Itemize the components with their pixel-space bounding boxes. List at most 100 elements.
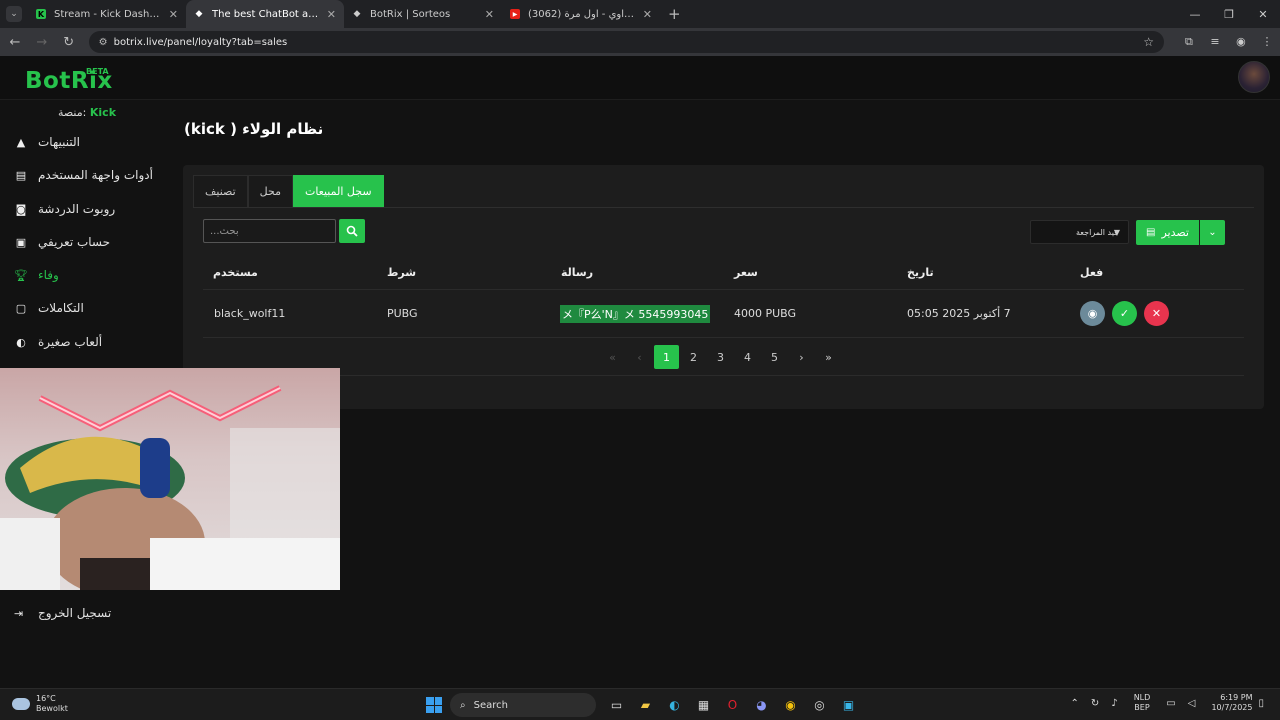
pager-divider (203, 375, 1244, 376)
tab-list: تصنيف محل سجل المبيعات (193, 175, 384, 207)
cell-message: メ『P么'N』メ 5545993045 (560, 305, 711, 323)
view-button[interactable]: ◉ (1080, 301, 1105, 326)
reload-icon[interactable]: ↻ (57, 35, 81, 50)
page-button[interactable]: 2 (680, 345, 707, 369)
page-button[interactable]: 3 (707, 345, 734, 369)
tab-title: BotRix | Sorteos (370, 8, 451, 20)
taskbar-search[interactable]: ⌕ Search (450, 693, 596, 717)
search-button[interactable] (339, 219, 365, 243)
clock-date: 10/7/2025 (1211, 703, 1253, 712)
first-page-icon[interactable]: « (599, 345, 626, 369)
close-tab-icon[interactable]: ✕ (327, 8, 336, 21)
chrome-icon[interactable]: ◉ (776, 695, 805, 715)
sidebar-item-integrations[interactable]: ▢ التكاملات (14, 298, 84, 318)
tab-sales-log[interactable]: سجل المبيعات (292, 175, 384, 207)
page-button[interactable]: 5 (761, 345, 788, 369)
last-page-icon[interactable]: » (815, 345, 842, 369)
tab-search-icon[interactable]: ⌄ (6, 6, 22, 22)
store-icon[interactable]: ▦ (689, 695, 718, 715)
tab-title: (3062) حمزة المحمداوي - اول مرة (528, 8, 637, 20)
export-button[interactable]: ▤ تصدير (1136, 220, 1199, 245)
file-explorer-icon[interactable]: ▰ (631, 695, 660, 715)
browser-tab-active[interactable]: ◆ The best ChatBot and Widgets ✕ (186, 0, 344, 28)
url-field[interactable]: ⚙ botrix.live/panel/loyalty?tab=sales ☆ (88, 31, 1164, 53)
search-icon: ⌕ (460, 699, 466, 711)
language-indicator[interactable]: NLD BEP (1134, 693, 1151, 713)
trophy-icon: 🏆︎ (14, 268, 28, 282)
edge-icon[interactable]: ◐ (660, 695, 689, 715)
restore-icon[interactable]: ❐ (1212, 0, 1246, 28)
webcam-overlay (0, 368, 340, 590)
sidebar-item-profile[interactable]: ▣ حساب تعريفي (14, 232, 110, 252)
tab-shop[interactable]: محل (247, 175, 293, 207)
close-window-icon[interactable]: ✕ (1246, 0, 1280, 28)
sidebar-item-minigames[interactable]: ◐ ألعاب صغيرة (14, 332, 102, 352)
previous-page-icon[interactable]: ‹ (626, 345, 653, 369)
close-tab-icon[interactable]: ✕ (485, 8, 494, 21)
site-info-icon[interactable]: ⚙ (99, 37, 108, 48)
windows-start-icon[interactable] (426, 697, 442, 713)
sidebar-item-chatbot[interactable]: ◙ روبوت الدردشة (14, 199, 116, 219)
browser-tab[interactable]: ▶ (3062) حمزة المحمداوي - اول مرة ✕ (502, 0, 660, 28)
app-icon[interactable]: ▣ (834, 695, 863, 715)
menu-icon[interactable]: ⋮ (1254, 35, 1280, 49)
tab-title: Stream - Kick Dashboard (54, 8, 163, 20)
tab-ranking[interactable]: تصنيف (193, 175, 248, 207)
beta-badge: BETA (86, 67, 109, 76)
network-icon[interactable]: ▭ (1166, 698, 1175, 709)
youtube-favicon-icon: ▶ (510, 9, 520, 19)
reject-button[interactable]: ✕ (1144, 301, 1169, 326)
approve-button[interactable]: ✓ (1112, 301, 1137, 326)
logout-label: تسجيل الخروج (38, 606, 112, 620)
notification-icon[interactable]: ▯ (1258, 698, 1264, 709)
obs-icon[interactable]: ◎ (805, 695, 834, 715)
sidebar-item-label: ألعاب صغيرة (38, 335, 103, 349)
browser-tab[interactable]: ◆ BotRix | Sorteos ✕ (344, 0, 502, 28)
profile-icon[interactable]: ◉ (1228, 35, 1254, 49)
task-view-icon[interactable]: ▭ (602, 695, 631, 715)
discord-icon[interactable]: ◕ (747, 695, 776, 715)
weather-widget[interactable]: 16°C Bewolkt (12, 694, 68, 714)
widgets-icon: ▤ (15, 168, 27, 182)
browser-tab[interactable]: K Stream - Kick Dashboard ✕ (28, 0, 186, 28)
logout-button[interactable]: ⇥ تسجيل الخروج (14, 606, 111, 620)
forward-icon[interactable]: → (30, 35, 54, 50)
cloud-icon (12, 698, 30, 710)
sync-icon[interactable]: ↻ (1091, 698, 1099, 709)
page-button-current[interactable]: 1 (654, 345, 679, 369)
column-header-date: تاريخ (907, 266, 934, 279)
page-button[interactable]: 4 (734, 345, 761, 369)
robot-icon: ◙ (15, 202, 27, 216)
page-title: نظام الولاء ( kick) (184, 120, 324, 138)
close-tab-icon[interactable]: ✕ (169, 8, 178, 21)
close-tab-icon[interactable]: ✕ (643, 8, 652, 21)
column-header-message: رسالة (561, 266, 594, 279)
language-top: NLD (1133, 693, 1151, 702)
next-page-icon[interactable]: › (788, 345, 815, 369)
opera-icon[interactable]: O (718, 695, 747, 715)
file-excel-icon: ▤ (1146, 227, 1156, 238)
extensions-icon[interactable]: ⧉ (1176, 35, 1202, 49)
address-bar: ← → ↻ ⚙ botrix.live/panel/loyalty?tab=sa… (0, 28, 1280, 56)
sidebar-item-label: أدوات واجهة المستخدم (38, 168, 153, 182)
bookmark-star-icon[interactable]: ☆ (1143, 35, 1154, 49)
header-divider (203, 289, 1244, 290)
sidebar-item-widgets[interactable]: ▤ أدوات واجهة المستخدم (14, 165, 153, 185)
new-tab-icon[interactable]: + (668, 5, 681, 23)
pagination: « ‹ 1 2 3 4 5 › » (599, 345, 842, 369)
sidebar-item-alerts[interactable]: ▲ التنبيهات (14, 132, 80, 152)
microphone-icon[interactable]: ♪ (1111, 698, 1117, 709)
tray-overflow-icon[interactable]: ⌃ (1071, 698, 1079, 709)
avatar[interactable] (1238, 61, 1270, 93)
sales-panel: تصنيف محل سجل المبيعات قيد المراجعة ▼ ▤ … (183, 165, 1264, 409)
webcam-picture (0, 385, 340, 590)
search-input[interactable] (203, 219, 336, 243)
volume-icon[interactable]: ◁ (1188, 698, 1196, 709)
clock[interactable]: 6:19 PM 10/7/2025 (1211, 693, 1252, 713)
status-filter-select[interactable]: قيد المراجعة ▼ (1030, 220, 1129, 244)
export-dropdown-button[interactable]: ⌄ (1200, 220, 1225, 245)
minimize-icon[interactable]: — (1178, 0, 1212, 28)
sidebar-item-loyalty[interactable]: 🏆︎ وفاء (14, 265, 59, 285)
back-icon[interactable]: ← (3, 35, 27, 50)
media-icon[interactable]: ≡ (1202, 35, 1228, 49)
